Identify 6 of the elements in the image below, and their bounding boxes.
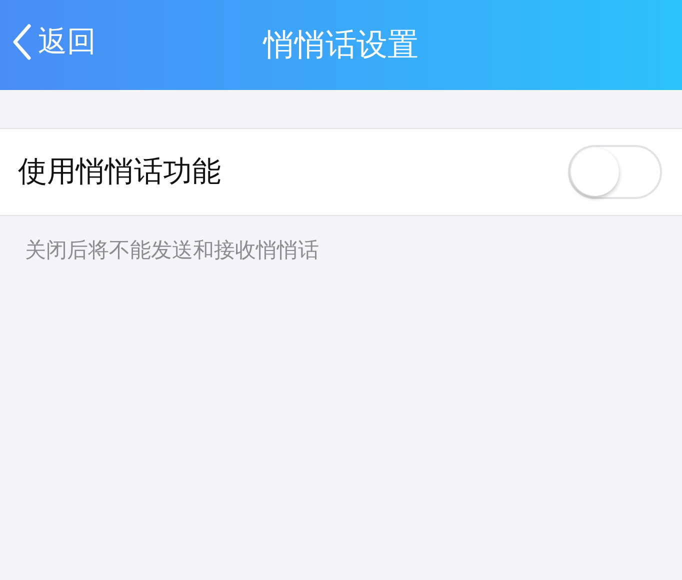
back-icon — [12, 24, 32, 60]
toggle-switch[interactable] — [568, 145, 662, 199]
hint-text: 关闭后将不能发送和接收悄悄话 — [25, 237, 320, 264]
page-title: 悄悄话设置 — [264, 26, 418, 65]
setting-label: 使用悄悄话功能 — [18, 153, 221, 190]
back-button[interactable]: 返回 — [12, 22, 96, 62]
